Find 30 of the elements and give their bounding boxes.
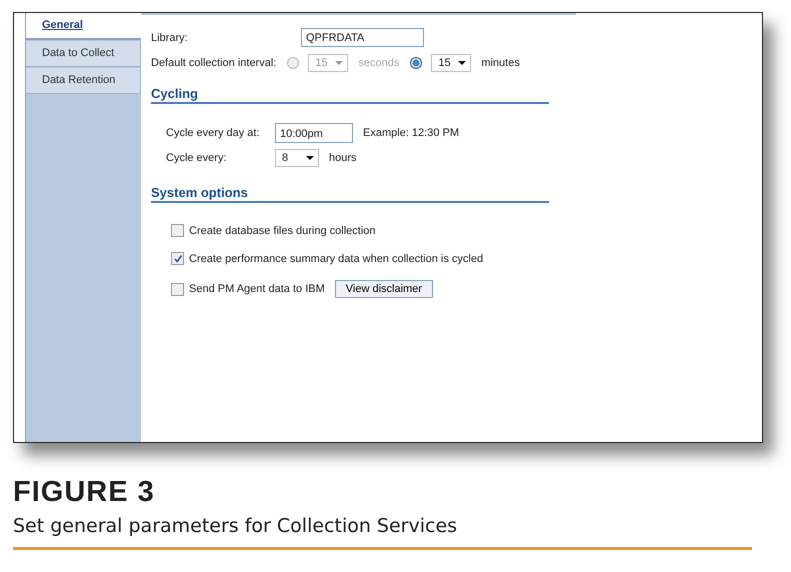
input-field[interactable]: 10:00pm: [275, 123, 353, 143]
sidebar-tab[interactable]: Data Retention: [26, 68, 141, 94]
checkbox[interactable]: [171, 252, 184, 265]
input-field[interactable]: QPFRDATA: [301, 28, 424, 47]
section-heading: System options: [151, 185, 549, 203]
example-text: Example: 12:30 PM: [363, 127, 459, 139]
caret-icon: [458, 61, 466, 65]
figure-caption: Set general parameters for Collection Services: [13, 515, 458, 537]
unit-label: minutes: [481, 57, 520, 69]
sidebar-tab[interactable]: General: [26, 13, 141, 40]
field-label: Library:: [151, 32, 189, 44]
checkbox-label: Create performance summary data when collection is cycled: [189, 252, 484, 264]
dropdown[interactable]: 15: [431, 54, 472, 72]
checkbox-label: Create database files during collection: [189, 224, 376, 236]
caret-icon: [335, 61, 344, 65]
unit-label: hours: [329, 152, 357, 164]
checkbox-label: Send PM Agent data to IBM: [189, 283, 325, 295]
unit-label: seconds: [358, 57, 400, 69]
dropdown[interactable]: 8: [275, 149, 319, 167]
figure-label: FIGURE 3: [13, 476, 155, 508]
caret-icon: [306, 156, 314, 160]
checkbox[interactable]: [171, 224, 184, 237]
sidebar-tab[interactable]: Data to Collect: [26, 41, 141, 67]
radio-button[interactable]: [410, 57, 422, 69]
checkbox[interactable]: [171, 282, 184, 296]
field-label: Cycle every:: [166, 152, 228, 164]
field-label: Default collection interval:: [151, 57, 276, 69]
field-label: Cycle every day at:: [166, 127, 261, 139]
view-disclaimer-button[interactable]: View disclaimer: [334, 280, 433, 298]
section-heading: Cycling: [151, 86, 549, 104]
